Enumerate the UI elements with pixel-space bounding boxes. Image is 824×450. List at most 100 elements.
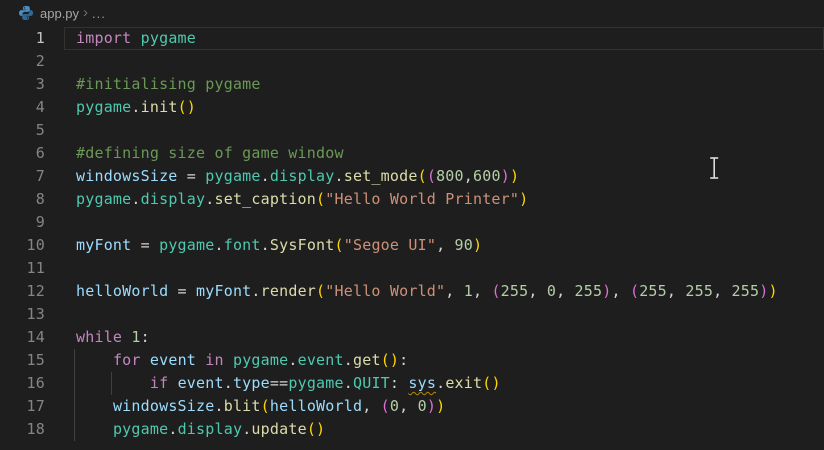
line-number: 17 — [26, 397, 45, 415]
code-token: , — [399, 397, 418, 415]
code-token: pygame — [232, 351, 289, 369]
code-line-content[interactable]: myFont = pygame.font.SysFont("Segoe UI",… — [64, 234, 824, 257]
code-token: pygame — [205, 167, 261, 185]
code-line-content[interactable]: windowsSize = pygame.display.set_mode((8… — [64, 165, 824, 188]
line-number: 12 — [26, 282, 45, 300]
code-token: 1 — [463, 282, 473, 300]
code-token: = — [168, 282, 197, 300]
code-line-content[interactable]: if event.type==pygame.QUIT: sys.exit() — [64, 372, 824, 395]
code-line[interactable]: 15 for event in pygame.event.get(): — [0, 349, 824, 372]
code-line[interactable]: 3 #initialising pygame — [0, 73, 824, 96]
code-token: "Hello World" — [325, 282, 446, 300]
code-line-content[interactable]: import pygame — [64, 27, 824, 50]
code-line[interactable]: 17 windowsSize.blit(helloWorld, (0, 0)) — [0, 395, 824, 418]
code-line[interactable]: 6 #defining size of game window — [0, 142, 824, 165]
code-token: ) — [768, 282, 778, 300]
code-line-content[interactable] — [64, 50, 824, 73]
breadcrumb-ellipsis[interactable]: ... — [92, 6, 106, 21]
code-line[interactable]: 5 — [0, 119, 824, 142]
code-token: for — [112, 351, 141, 369]
code-token: SysFont — [269, 236, 335, 254]
line-number: 16 — [26, 374, 45, 392]
editor[interactable]: 1 import pygame 2 3 #initialising pygame 4 pyg… — [0, 26, 824, 441]
breadcrumb-file-name[interactable]: app.py — [40, 6, 79, 21]
code-token: event — [297, 351, 344, 369]
code-token: 255 — [685, 282, 714, 300]
code-line[interactable]: 14 while 1: — [0, 326, 824, 349]
code-token: ( — [380, 397, 390, 415]
chevron-right-icon: › — [83, 3, 89, 21]
code-line-content[interactable]: pygame.display.update() — [64, 418, 824, 441]
code-line-content[interactable] — [64, 211, 824, 234]
code-token: . — [251, 282, 261, 300]
code-line[interactable]: 4 pygame.init() — [0, 96, 824, 119]
code-line-content[interactable]: helloWorld = myFont.render("Hello World"… — [64, 280, 824, 303]
warning-token: sys — [408, 374, 437, 392]
code-token: . — [168, 420, 178, 438]
code-line[interactable]: 11 — [0, 257, 824, 280]
code-token: 600 — [473, 167, 501, 185]
code-token: get — [352, 351, 381, 369]
code-token: windowsSize — [76, 167, 178, 185]
indent-guide — [111, 372, 112, 395]
code-token: . — [334, 167, 344, 185]
code-line[interactable]: 13 — [0, 303, 824, 326]
code-line[interactable]: 16 if event.type==pygame.QUIT: sys.exit(… — [0, 372, 824, 395]
code-line[interactable]: 2 — [0, 50, 824, 73]
code-token: 255 — [731, 282, 760, 300]
indent-guide — [74, 372, 75, 395]
code-token: 90 — [454, 236, 473, 254]
line-number: 7 — [35, 167, 45, 185]
code-line[interactable]: 10 myFont = pygame.font.SysFont("Segoe UI… — [0, 234, 824, 257]
code-line-content[interactable]: for event in pygame.event.get(): — [64, 349, 824, 372]
code-token: ( — [316, 282, 326, 300]
code-token: render — [260, 282, 317, 300]
code-token: init — [140, 98, 178, 116]
code-token: 0 — [389, 397, 400, 415]
code-line[interactable]: 7 windowsSize = pygame.display.set_mode((… — [0, 165, 824, 188]
code-token: , — [611, 282, 630, 300]
code-line-content[interactable]: pygame.display.set_caption("Hello World … — [64, 188, 824, 211]
code-line[interactable]: 1 import pygame — [0, 27, 824, 50]
code-token: pygame — [288, 374, 344, 392]
code-line-content[interactable] — [64, 257, 824, 280]
code-token: set_mode — [343, 167, 418, 185]
code-line-content[interactable]: windowsSize.blit(helloWorld, (0, 0)) — [64, 395, 824, 418]
code-token: , — [445, 282, 464, 300]
code-token: ( — [260, 397, 270, 415]
code-line-content[interactable]: pygame.init() — [64, 96, 824, 119]
indent-guide — [74, 395, 75, 418]
code-line-content[interactable]: while 1: — [64, 326, 824, 349]
code-token: , — [436, 236, 455, 254]
code-token: () — [177, 98, 197, 116]
code-token: while — [76, 328, 123, 346]
code-line[interactable]: 12 helloWorld = myFont.render("Hello Worl… — [0, 280, 824, 303]
code-token: #defining size of game window — [76, 144, 344, 162]
code-token: #initialising pygame — [76, 75, 261, 93]
code-token: ( — [417, 167, 427, 185]
code-token: display — [269, 167, 335, 185]
code-token: pygame — [159, 236, 215, 254]
code-token: event — [177, 374, 224, 392]
code-line-content[interactable] — [64, 303, 824, 326]
line-number: 15 — [26, 351, 45, 369]
code-line-content[interactable] — [64, 119, 824, 142]
code-token: helloWorld — [269, 397, 363, 415]
code-token: ( — [629, 282, 640, 300]
code-line[interactable]: 18 pygame.display.update() — [0, 418, 824, 441]
code-token: event — [149, 351, 197, 369]
code-token: . — [131, 98, 141, 116]
line-number: 11 — [26, 259, 45, 277]
code-line[interactable]: 9 — [0, 211, 824, 234]
line-number: 9 — [35, 213, 45, 231]
code-token: () — [306, 420, 326, 438]
code-token: type — [232, 374, 270, 392]
code-token: = — [177, 167, 206, 185]
code-line[interactable]: 8 pygame.display.set_caption("Hello World… — [0, 188, 824, 211]
code-line-content[interactable]: #defining size of game window — [64, 142, 824, 165]
code-line-content[interactable]: #initialising pygame — [64, 73, 824, 96]
